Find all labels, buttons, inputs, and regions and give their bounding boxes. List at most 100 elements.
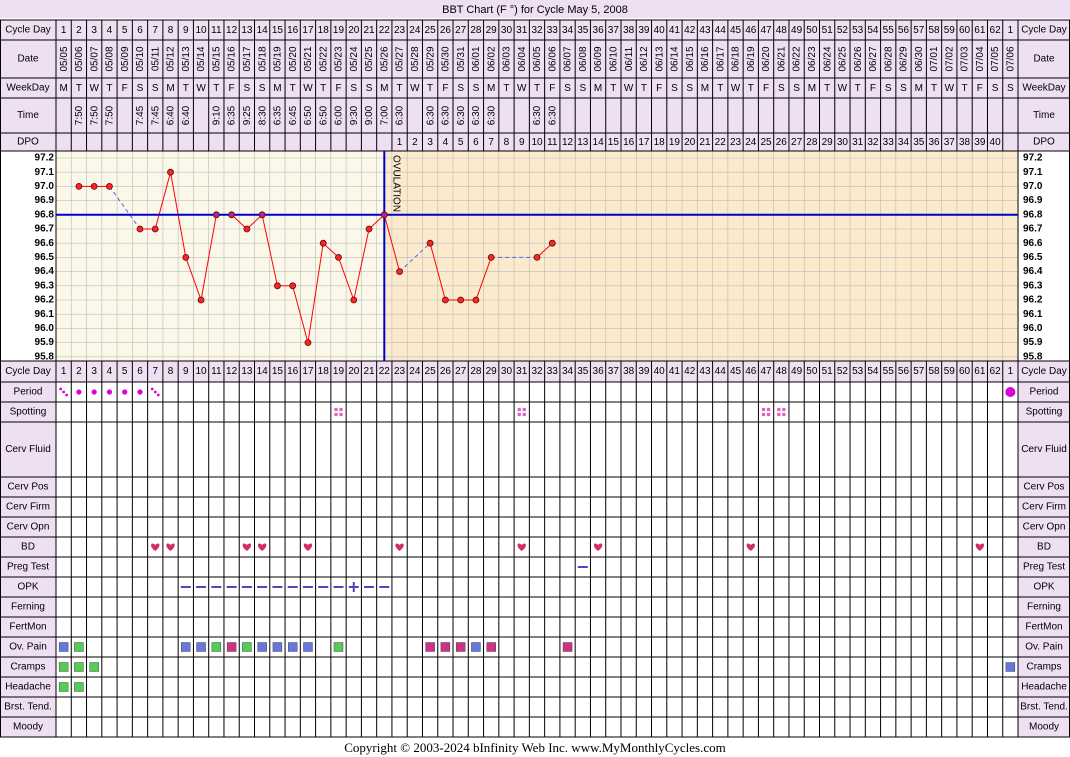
cycle-day-number-bottom: 1 (1008, 366, 1014, 377)
cycle-day-number-bottom: 29 (486, 366, 498, 377)
date-label: 06/04 (517, 46, 528, 71)
cycle-day-number-bottom: 55 (883, 366, 895, 377)
weekday-letter: T (748, 83, 754, 94)
cerv-fluid-label-left: Cerv Fluid (5, 444, 51, 455)
y-tick-label-left: 96.0 (35, 323, 55, 334)
cycle-day-number: 52 (837, 25, 849, 36)
time-label-right: Time (1033, 110, 1055, 121)
ov-pain-square (471, 642, 481, 652)
chart-pre-ovulation (56, 151, 385, 361)
spotting-mark (782, 407, 786, 412)
dpo-number: 31 (852, 137, 864, 148)
weekday-letter: W (196, 83, 206, 94)
period-medium-dot (91, 389, 97, 395)
date-label: 06/18 (731, 46, 742, 71)
weekday-letter: S (671, 83, 678, 94)
period-light-dot (65, 393, 69, 397)
cycle-day-number-bottom: 41 (669, 366, 681, 377)
cycle-day-number-bottom: 59 (944, 366, 956, 377)
y-tick-label-right: 96.3 (1023, 280, 1043, 291)
ov-pain-square (196, 642, 206, 652)
date-label: 05/11 (150, 46, 161, 71)
dpo-number: 2 (412, 137, 418, 148)
time-label: 6:30 (425, 105, 436, 125)
cycle-day-number: 25 (425, 25, 437, 36)
cycle-day-number-bottom: 25 (425, 366, 437, 377)
cycle-day-number: 27 (455, 25, 467, 36)
spotting-label-right: Spotting (1026, 407, 1063, 418)
bd-label-right: BD (1037, 542, 1051, 553)
brst-tend-label-left: Brst. Tend. (4, 702, 52, 713)
temp-point (426, 239, 434, 247)
date-label: 06/15 (685, 46, 696, 71)
weekday-letter: T (397, 83, 403, 94)
cycle-day-number: 38 (623, 25, 635, 36)
dpo-label-left: DPO (17, 137, 39, 148)
opk-label-left: OPK (17, 582, 38, 593)
cycle-day-number: 45 (730, 25, 742, 36)
temp-point (487, 253, 495, 261)
spotting-label-left: Spotting (10, 407, 47, 418)
cycle-day-number: 53 (852, 25, 864, 36)
cycle-day-number-bottom: 28 (470, 366, 482, 377)
cycle-day-number: 9 (183, 25, 189, 36)
cycle-day-number: 54 (867, 25, 879, 36)
y-tick-label-right: 97.0 (1023, 181, 1043, 192)
date-label: 06/23 (807, 46, 818, 71)
period-light-dot (59, 387, 63, 391)
date-label: 05/20 (288, 46, 299, 71)
cycle-day-number: 14 (257, 25, 269, 36)
dpo-number: 7 (488, 137, 494, 148)
date-label: 06/11 (624, 46, 635, 71)
y-tick-label-right: 97.1 (1023, 167, 1043, 178)
cycle-day-number-bottom: 42 (684, 366, 696, 377)
date-label: 06/02 (486, 46, 497, 71)
weekday-letter: S (366, 83, 373, 94)
spotting-mark (334, 407, 338, 412)
cycle-day-number-bottom: 19 (333, 366, 345, 377)
cycle-day-number: 1 (1008, 25, 1014, 36)
cycle-day-number: 51 (822, 25, 834, 36)
cycle-day-number-bottom: 15 (272, 366, 284, 377)
weekday-letter: M (59, 83, 67, 94)
cycle-day-number: 5 (122, 25, 128, 36)
date-label: 06/03 (502, 46, 513, 71)
time-label: 6:50 (318, 105, 329, 125)
cramps-label-left: Cramps (10, 662, 45, 673)
date-label: 06/28 (883, 46, 894, 71)
cycle-day-number-bottom: 1 (61, 366, 67, 377)
date-label: 05/08 (105, 46, 116, 71)
dpo-number: 40 (990, 137, 1002, 148)
cycle-day-number: 8 (168, 25, 174, 36)
weekday-letter: F (870, 83, 876, 94)
cycle-day-number: 35 (577, 25, 589, 36)
time-label: 6:40 (166, 105, 177, 125)
weekday-letter: S (992, 83, 999, 94)
cycle-day-number: 36 (593, 25, 605, 36)
weekday-letter: T (641, 83, 647, 94)
spotting-mark (339, 412, 343, 417)
date-label: 05/27 (395, 46, 406, 71)
cycle-day-number-bottom: 40 (654, 366, 666, 377)
fertmon-label-right: FertMon (1025, 622, 1062, 633)
y-tick-label-left: 96.5 (35, 252, 55, 263)
cycle-day-number: 4 (107, 25, 113, 36)
y-tick-label-right: 96.7 (1023, 224, 1043, 235)
date-label: 07/05 (990, 46, 1001, 71)
dpo-number: 1 (397, 137, 403, 148)
temp-point (319, 239, 327, 247)
headache-square (74, 682, 84, 692)
time-label: 6:30 (441, 105, 452, 125)
time-label: 9:10 (211, 105, 222, 125)
date-label: 06/21 (776, 46, 787, 71)
ov-pain-square (562, 642, 573, 652)
cerv-fluid-label-right: Cerv Fluid (1021, 444, 1067, 455)
y-tick-label-left: 97.0 (35, 181, 55, 192)
weekday-letter: W (410, 83, 420, 94)
cycle-day-number-bottom: 48 (776, 366, 788, 377)
time-label-left: Time (17, 110, 39, 121)
weekday-letter: W (945, 83, 955, 94)
y-tick-label-left: 96.8 (35, 209, 55, 220)
ov-pain-square (486, 642, 496, 652)
dpo-number: 37 (944, 137, 956, 148)
